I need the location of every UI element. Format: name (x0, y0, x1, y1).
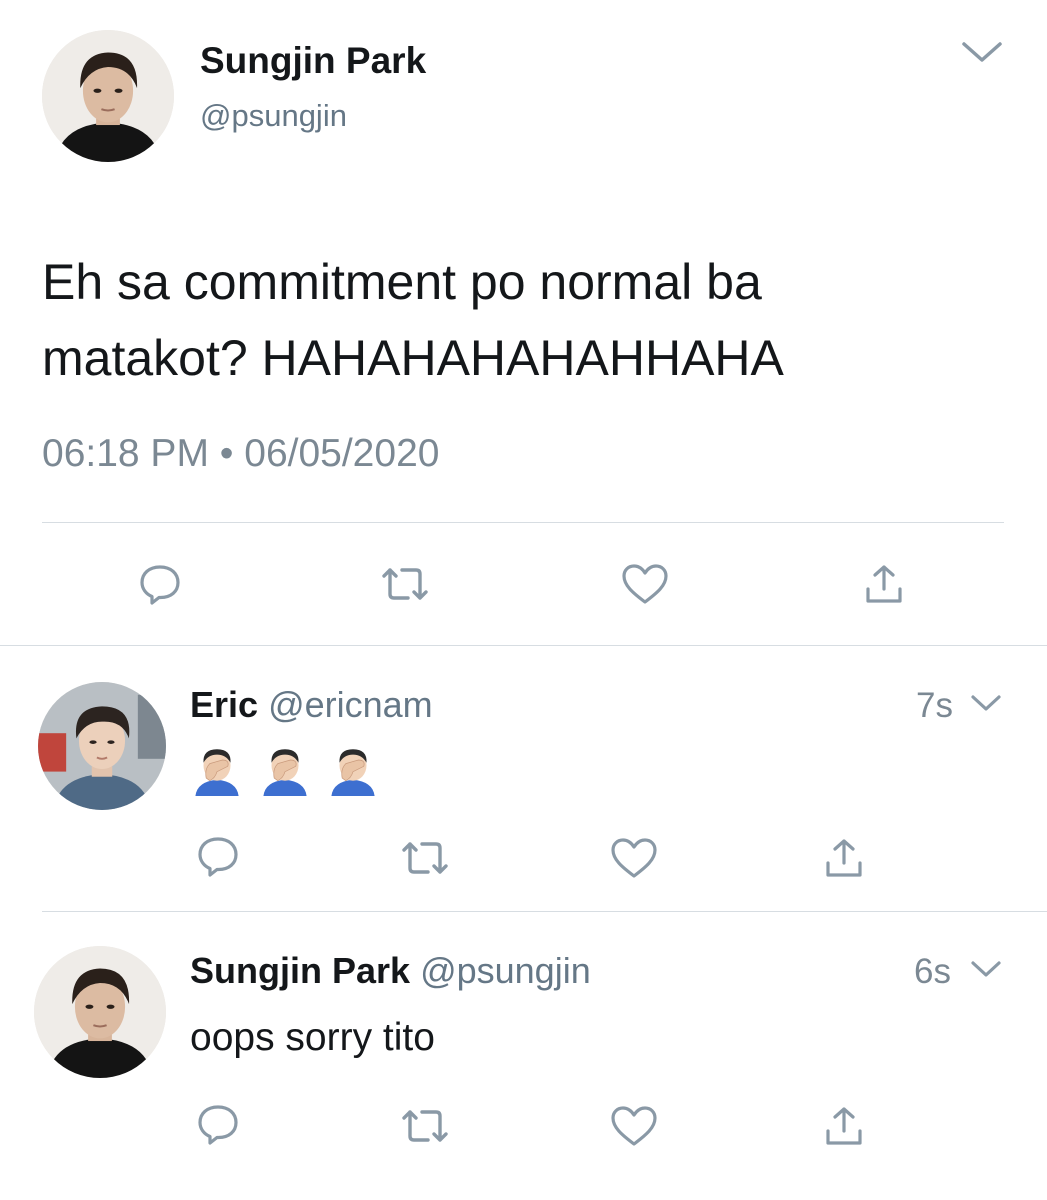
facepalm-emoji (258, 742, 312, 796)
reply1-author-handle[interactable]: @ericnam (268, 684, 433, 725)
main-tweet-timestamp[interactable]: 06:18 PM • 06/05/2020 (42, 432, 439, 476)
reply2-like-icon[interactable] (608, 1102, 660, 1150)
main-chevron-down-icon[interactable] (958, 38, 1006, 68)
reply2-author-avatar[interactable] (34, 946, 166, 1078)
avatar-portrait (42, 30, 174, 162)
reply1-retweet-icon[interactable] (398, 836, 452, 880)
reply2-author-name[interactable]: Sungjin Park (190, 950, 410, 991)
facepalm-emoji (190, 742, 244, 796)
reply2-share-icon[interactable] (820, 1104, 868, 1150)
main-tweet-text: Eh sa commitment po normal ba matakot? H… (42, 244, 784, 396)
reply1-author-name[interactable]: Eric (190, 684, 258, 725)
reply2-time[interactable]: 6s (914, 952, 951, 992)
reply1-like-icon[interactable] (608, 834, 660, 882)
reply2-author-handle[interactable]: @psungjin (420, 950, 591, 991)
main-like-icon[interactable] (619, 560, 671, 608)
reply1-reply-icon[interactable] (194, 832, 242, 880)
reply1-share-icon[interactable] (820, 836, 868, 882)
reply2-chevron-down-icon[interactable] (968, 958, 1004, 982)
reply2-reply-icon[interactable] (194, 1100, 242, 1148)
main-share-icon[interactable] (860, 562, 908, 608)
reply1-author-avatar[interactable] (38, 682, 166, 810)
reply2-text: oops sorry tito (190, 1016, 435, 1059)
reply1-divider (42, 911, 1047, 912)
main-retweet-icon[interactable] (378, 562, 432, 606)
reply1-time[interactable]: 7s (916, 686, 953, 726)
avatar-portrait (38, 682, 166, 810)
reply1-header: Eric @ericnam (190, 684, 433, 726)
reply1-emoji-text (190, 742, 380, 796)
reply2-retweet-icon[interactable] (398, 1104, 452, 1148)
section-divider (0, 645, 1047, 646)
reply2-header: Sungjin Park @psungjin (190, 950, 591, 992)
main-tweet-divider (42, 522, 1004, 523)
main-author-handle[interactable]: @psungjin (200, 98, 347, 134)
main-tweet-text-line1: Eh sa commitment po normal ba (42, 254, 762, 310)
facepalm-emoji (326, 742, 380, 796)
main-tweet-text-line2: matakot? HAHAHAHAHAHHAHA (42, 330, 784, 386)
main-author-avatar[interactable] (42, 30, 174, 162)
main-reply-icon[interactable] (136, 560, 184, 608)
main-author-name[interactable]: Sungjin Park (200, 40, 426, 82)
avatar-portrait (34, 946, 166, 1078)
reply1-chevron-down-icon[interactable] (968, 692, 1004, 716)
